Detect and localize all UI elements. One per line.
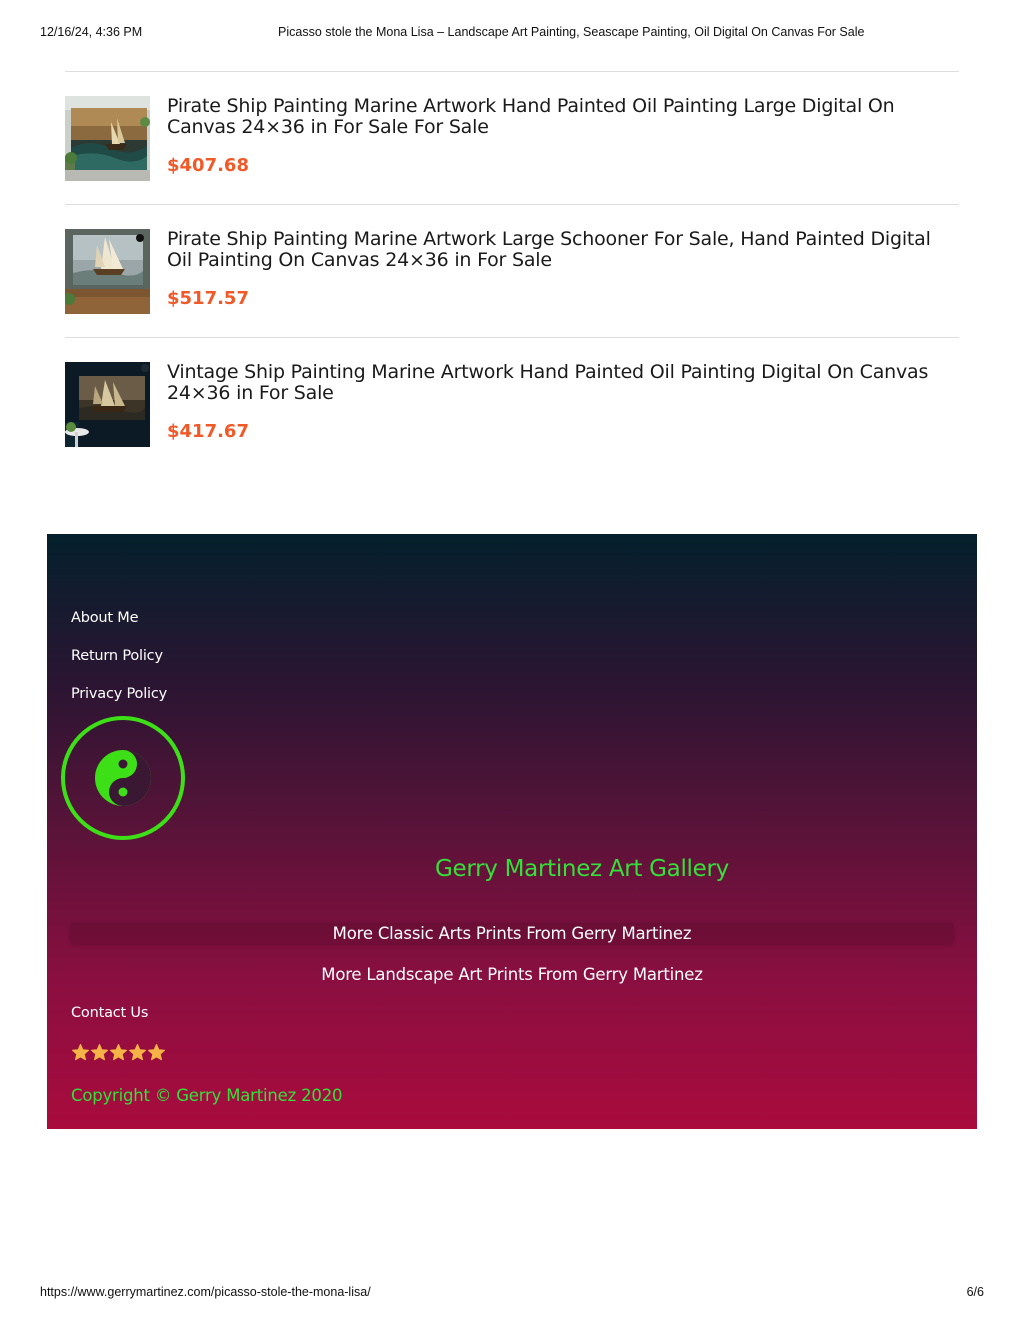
related-products-list: Pirate Ship Painting Marine Artwork Hand… [65, 71, 959, 470]
print-date: 12/16/24, 4:36 PM [40, 25, 143, 39]
star-icon [128, 1043, 147, 1061]
star-icon [71, 1043, 90, 1061]
copyright-text: Copyright © Gerry Martinez 2020 [71, 1086, 343, 1105]
star-icon [90, 1043, 109, 1061]
print-url: https://www.gerrymartinez.com/picasso-st… [40, 1285, 371, 1299]
print-page-title: Picasso stole the Mona Lisa – Landscape … [278, 25, 865, 39]
print-page-number: 6/6 [966, 1285, 984, 1299]
product-title-link[interactable]: Pirate Ship Painting Marine Artwork Larg… [167, 229, 959, 271]
footer-link-about-me[interactable]: About Me [71, 610, 139, 626]
vintage-ship-image [65, 362, 150, 447]
gallery-title: Gerry Martinez Art Gallery [435, 856, 729, 882]
product-thumbnail[interactable] [65, 229, 150, 314]
product-price: $417.67 [167, 421, 249, 442]
pirate-ship-storm-image [65, 96, 150, 181]
site-footer: About Me Return Policy Privacy Policy Ge… [47, 534, 977, 1129]
print-footer: https://www.gerrymartinez.com/picasso-st… [0, 1285, 1024, 1303]
schooner-painting-image [65, 229, 150, 314]
more-classic-prints-link[interactable]: More Classic Arts Prints From Gerry Mart… [47, 924, 977, 943]
print-header: 12/16/24, 4:36 PM Picasso stole the Mona… [0, 25, 1024, 43]
rating-stars [71, 1043, 166, 1065]
product-item: Pirate Ship Painting Marine Artwork Hand… [65, 71, 959, 204]
yin-yang-icon[interactable] [60, 715, 186, 841]
more-landscape-prints-link[interactable]: More Landscape Art Prints From Gerry Mar… [47, 965, 977, 984]
product-thumbnail[interactable] [65, 96, 150, 181]
footer-link-return-policy[interactable]: Return Policy [71, 648, 163, 664]
product-item: Pirate Ship Painting Marine Artwork Larg… [65, 204, 959, 337]
product-price: $407.68 [167, 155, 249, 176]
star-icon [147, 1043, 166, 1061]
footer-link-contact-us[interactable]: Contact Us [71, 1005, 148, 1021]
footer-link-privacy-policy[interactable]: Privacy Policy [71, 686, 167, 702]
product-price: $517.57 [167, 288, 249, 309]
product-title-link[interactable]: Vintage Ship Painting Marine Artwork Han… [167, 362, 959, 404]
yin-yang-logo [61, 716, 185, 840]
product-title-link[interactable]: Pirate Ship Painting Marine Artwork Hand… [167, 96, 959, 138]
product-item: Vintage Ship Painting Marine Artwork Han… [65, 337, 959, 470]
product-thumbnail[interactable] [65, 362, 150, 447]
star-icon [109, 1043, 128, 1061]
